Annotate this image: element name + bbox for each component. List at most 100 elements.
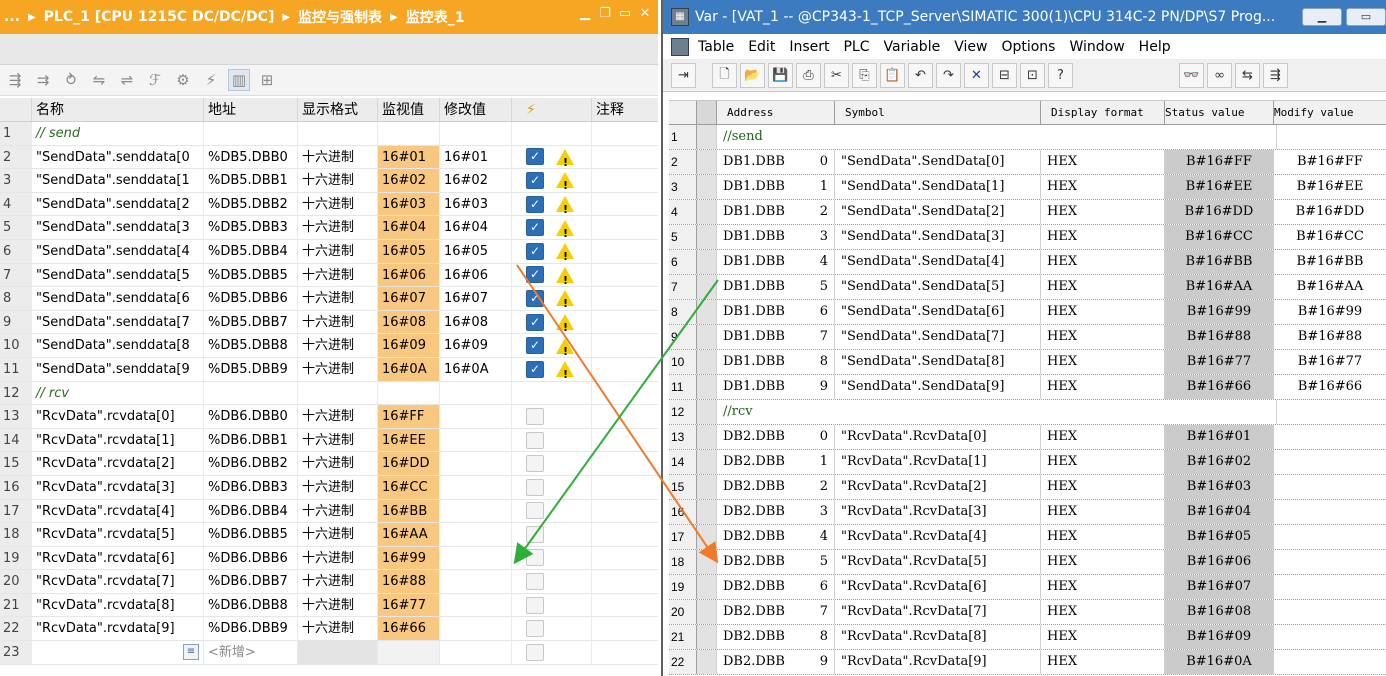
modify-value-cell[interactable] — [1274, 625, 1386, 649]
menu-table[interactable]: Table — [691, 34, 741, 60]
add-row-icon[interactable]: ≡ — [183, 644, 199, 661]
modify-value-cell[interactable] — [1274, 500, 1386, 524]
comment-cell[interactable] — [592, 617, 658, 640]
table-row[interactable]: 2 "SendData".senddata[0 %DB5.DBB0 十六进制 16#01… — [0, 145, 658, 170]
name-cell[interactable]: "RcvData".rcvdata[6] — [32, 546, 204, 570]
modify-value-cell[interactable] — [440, 546, 512, 570]
modify-value-cell[interactable]: B#16#66 — [1274, 375, 1386, 399]
address-cell[interactable]: %DB5.DBB8 — [204, 334, 298, 357]
table-row[interactable]: 16 "RcvData".rcvdata[3] %DB6.DBB3 十六进制 16#CC — [0, 475, 658, 500]
symbol-cell[interactable]: "RcvData".RcvData[3] — [835, 500, 1041, 524]
checkbox-unchecked[interactable] — [526, 525, 544, 543]
address-cell[interactable]: DB1.DBB 2 — [717, 200, 835, 224]
symbol-cell[interactable]: "RcvData".RcvData[5] — [835, 550, 1041, 574]
modify-value-cell[interactable]: B#16#BB — [1274, 250, 1386, 274]
checkbox-unchecked[interactable] — [526, 407, 544, 425]
format-cell[interactable]: HEX — [1041, 425, 1165, 449]
insert-row-icon[interactable]: ⇶ — [4, 69, 26, 91]
table-row[interactable]: 10 "SendData".senddata[8 %DB5.DBB8 十六进制 16#0… — [0, 334, 658, 358]
modify-value-cell[interactable] — [1274, 650, 1386, 674]
minimize-icon[interactable]: ▁ — [578, 7, 592, 21]
format-cell[interactable]: HEX — [1041, 650, 1165, 674]
table-row[interactable]: 2 DB1.DBB 0 "SendData".SendData[0] HEX B#16#F… — [669, 150, 1386, 175]
name-cell[interactable]: "RcvData".rcvdata[1] — [32, 428, 204, 452]
table-row[interactable]: 20 "RcvData".rcvdata[7] %DB6.DBB7 十六进制 16#88 — [0, 570, 658, 594]
format-cell[interactable]: 十六进制 — [298, 357, 378, 381]
address-cell[interactable]: DB1.DBB 7 — [717, 325, 835, 349]
format-cell[interactable]: 十六进制 — [298, 169, 378, 192]
format-cell[interactable] — [298, 381, 378, 405]
symbol-cell[interactable]: "SendData".SendData[0] — [835, 150, 1041, 174]
close-icon[interactable]: ✕ — [638, 7, 652, 21]
breadcrumb-watch-table[interactable]: 监控表_1 — [406, 7, 465, 27]
table-row[interactable]: 9 DB1.DBB 7 "SendData".SendData[7] HEX B#16#8… — [669, 325, 1386, 350]
symbol-cell[interactable]: "RcvData".RcvData[7] — [835, 600, 1041, 624]
name-cell[interactable]: // send — [32, 122, 204, 145]
show-extended-icon[interactable]: ▥ — [228, 69, 250, 91]
comment-cell[interactable] — [592, 287, 658, 310]
address-cell[interactable]: %DB6.DBB5 — [204, 523, 298, 546]
document-icon[interactable] — [671, 37, 689, 56]
comment-cell[interactable] — [592, 122, 658, 145]
modify-value-cell[interactable]: B#16#88 — [1274, 325, 1386, 349]
format-cell[interactable]: 十六进制 — [298, 452, 378, 475]
comment-cell[interactable]: //rcv — [717, 400, 1277, 424]
address-cell[interactable]: %DB6.DBB7 — [204, 570, 298, 593]
name-cell[interactable]: "RcvData".rcvdata[9] — [32, 617, 204, 641]
symbol-cell[interactable]: "SendData".SendData[1] — [835, 175, 1041, 199]
address-cell[interactable]: %DB5.DBB1 — [204, 169, 298, 192]
modify-value-cell[interactable] — [440, 570, 512, 593]
comment-cell[interactable] — [592, 641, 658, 664]
table-row[interactable]: 14 DB2.DBB 1 "RcvData".RcvData[1] HEX B#16#02 — [669, 450, 1386, 475]
checkbox-checked-icon[interactable]: ✓ — [526, 266, 544, 284]
table-row[interactable]: 8 "SendData".senddata[6 %DB5.DBB6 十六进制 16#07… — [0, 287, 658, 311]
comment-cell[interactable] — [592, 169, 658, 192]
checkbox-unchecked[interactable] — [526, 502, 544, 520]
format-cell[interactable]: HEX — [1041, 500, 1165, 524]
format-cell[interactable]: HEX — [1041, 475, 1165, 499]
format-cell[interactable]: 十六进制 — [298, 570, 378, 593]
address-cell[interactable]: DB2.DBB 1 — [717, 450, 835, 474]
format-cell[interactable] — [298, 641, 378, 664]
comment-cell[interactable] — [592, 523, 658, 546]
name-cell[interactable]: "RcvData".rcvdata[8] — [32, 593, 204, 617]
modify-value-cell[interactable] — [1274, 475, 1386, 499]
format-cell[interactable]: 十六进制 — [298, 216, 378, 239]
format-cell[interactable]: HEX — [1041, 225, 1165, 249]
address-cell[interactable]: DB2.DBB 6 — [717, 575, 835, 599]
header-comment[interactable]: 注释 — [592, 98, 658, 121]
format-cell[interactable]: 十六进制 — [298, 546, 378, 570]
checkbox-checked-icon[interactable]: ✓ — [526, 289, 544, 307]
address-cell[interactable]: DB1.DBB 1 — [717, 175, 835, 199]
format-cell[interactable]: HEX — [1041, 350, 1165, 374]
format-cell[interactable]: HEX — [1041, 625, 1165, 649]
modify-value-cell[interactable] — [440, 499, 512, 523]
name-cell[interactable]: "SendData".senddata[1 — [32, 169, 204, 192]
modify-value-cell[interactable]: 16#09 — [440, 334, 512, 357]
header-monitor-value[interactable]: 监视值 — [378, 98, 440, 121]
table-row[interactable]: 21 "RcvData".rcvdata[8] %DB6.DBB8 十六进制 16#77 — [0, 593, 658, 618]
header-format[interactable]: 显示格式 — [298, 98, 378, 121]
modify-value-cell[interactable]: 16#05 — [440, 239, 512, 263]
menu-options[interactable]: Options — [994, 34, 1062, 60]
format-cell[interactable]: HEX — [1041, 575, 1165, 599]
address-cell[interactable] — [204, 122, 298, 145]
address-cell[interactable]: DB1.DBB 6 — [717, 300, 835, 324]
paste-icon[interactable]: 📋 — [880, 63, 905, 88]
modify-value-cell[interactable]: 16#0A — [440, 357, 512, 381]
checkbox-unchecked[interactable] — [526, 643, 544, 661]
table-row[interactable]: 4 DB1.DBB 2 "SendData".SendData[2] HEX B#16#D… — [669, 200, 1386, 225]
symbol-cell[interactable]: "SendData".SendData[4] — [835, 250, 1041, 274]
checkbox-unchecked[interactable] — [526, 596, 544, 614]
format-cell[interactable]: HEX — [1041, 300, 1165, 324]
comment-cell[interactable] — [592, 334, 658, 357]
address-cell[interactable]: %DB6.DBB9 — [204, 617, 298, 641]
modify-trigger-icon[interactable]: ⚙ — [172, 69, 194, 91]
format-cell[interactable]: 十六进制 — [298, 263, 378, 287]
symbol-cell[interactable]: "RcvData".RcvData[8] — [835, 625, 1041, 649]
table-row[interactable]: 19 "RcvData".rcvdata[6] %DB6.DBB6 十六进制 16#99 — [0, 546, 658, 571]
comment-cell[interactable] — [592, 311, 658, 334]
table-row[interactable]: 13 DB2.DBB 0 "RcvData".RcvData[0] HEX B#16#01 — [669, 425, 1386, 450]
modify-icon[interactable]: ⇆ — [1235, 63, 1260, 88]
table-row[interactable]: 18 "RcvData".rcvdata[5] %DB6.DBB5 十六进制 16#AA — [0, 523, 658, 547]
